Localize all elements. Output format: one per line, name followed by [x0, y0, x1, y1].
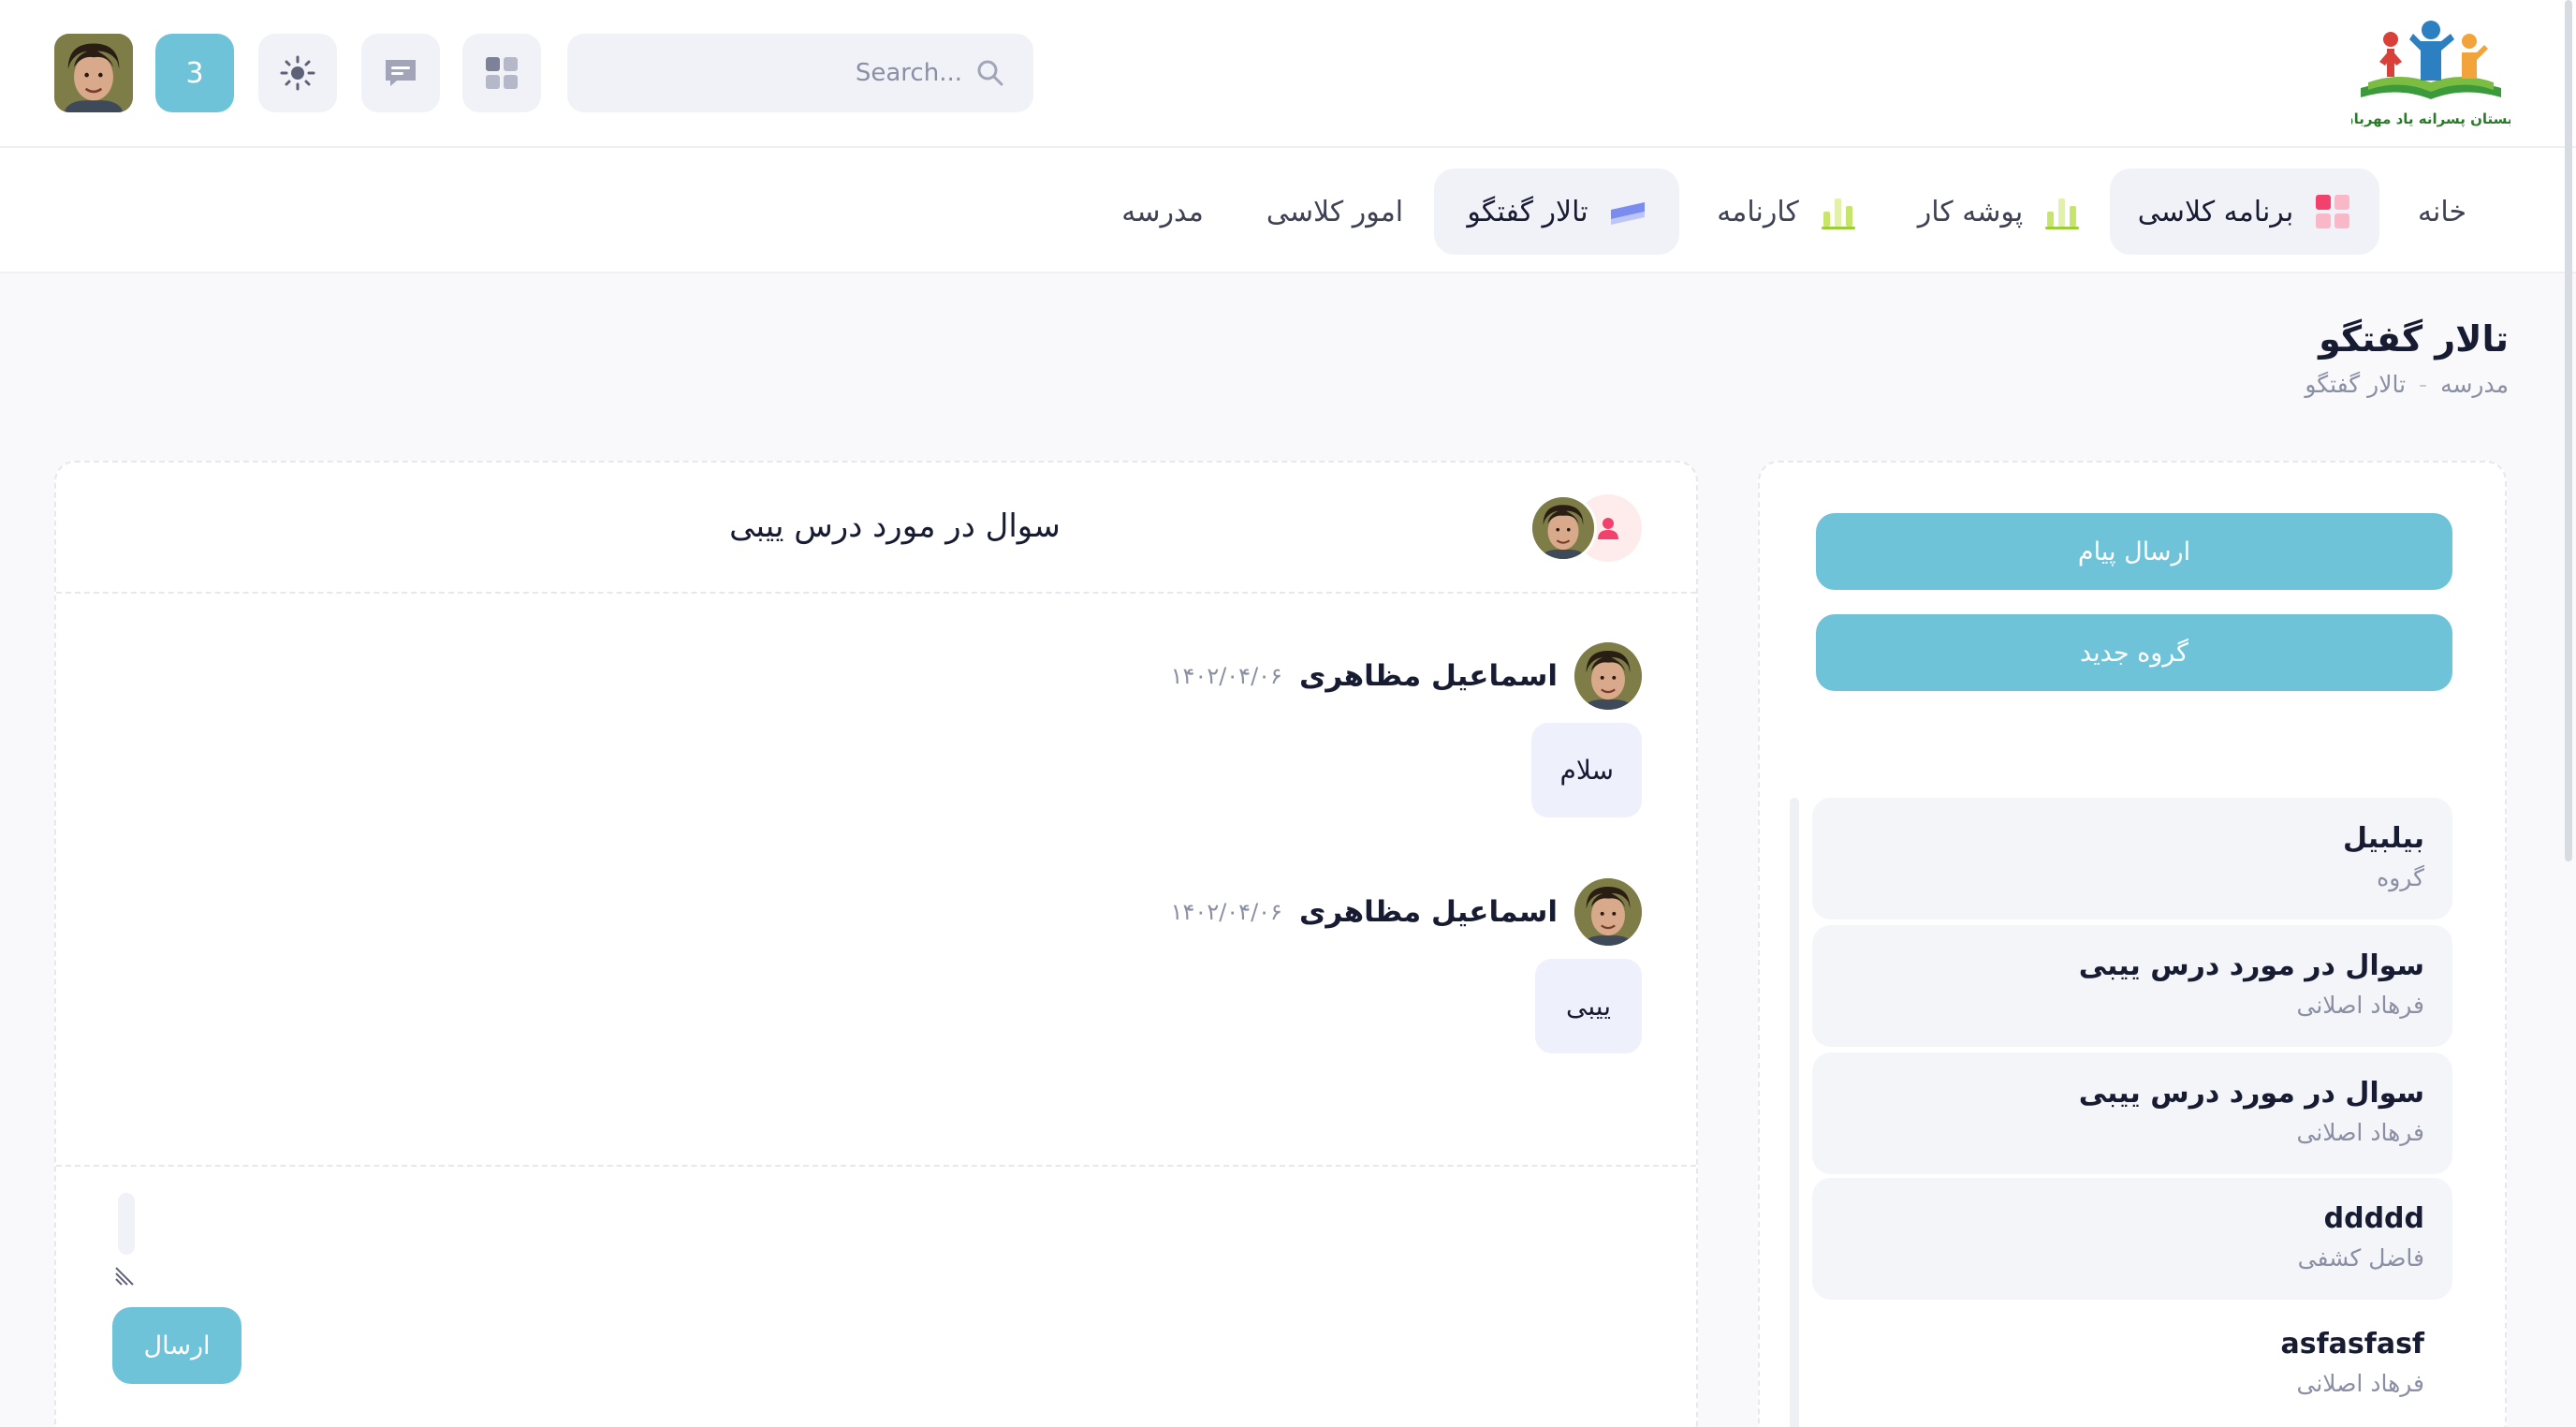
bar-chart-icon	[2045, 199, 2080, 229]
nav-label: امور کلاسی	[1266, 195, 1404, 228]
messages-button[interactable]	[361, 34, 440, 112]
page-scrollbar[interactable]	[2565, 0, 2572, 861]
breadcrumb-current: تالار گفتگو	[2305, 371, 2407, 398]
nav-item-class-affairs[interactable]: امور کلاسی	[1264, 169, 1406, 255]
conversation-item[interactable]: سوال در مورد درس ییبی فرهاد اصلانی	[1812, 925, 2452, 1047]
notification-count: 3	[185, 56, 204, 90]
message-author: اسماعیل مظاهری	[1298, 659, 1558, 693]
new-group-button[interactable]: گروه جدید	[1816, 614, 2452, 691]
conversation-subtitle: فرهاد اصلانی	[2296, 1119, 2424, 1146]
conversation-subtitle: گروه	[2377, 864, 2424, 891]
nav-label: پوشه کار	[1917, 195, 2024, 228]
conversation-title: سوال در مورد درس ییبی	[2078, 949, 2424, 982]
user-avatar[interactable]	[54, 34, 133, 112]
bar-chart-icon	[1821, 199, 1855, 229]
breadcrumb-school[interactable]: مدرسه	[2440, 371, 2509, 398]
theme-toggle-button[interactable]	[258, 34, 337, 112]
conversations-panel: ارسال پیام گروه جدید بیلبیل گروه سوال در…	[1758, 461, 2507, 1427]
chat-header: سوال در مورد درس ییبی	[56, 463, 1696, 594]
message-bubble: سلام	[1531, 723, 1642, 817]
apps-grid-icon	[486, 57, 518, 89]
nav-item-report-card[interactable]: کارنامه	[1700, 169, 1874, 255]
chat-title: سوال در مورد درس ییبی	[729, 508, 1061, 545]
nav-item-school[interactable]: مدرسه	[1112, 169, 1213, 255]
nav-item-home[interactable]: خانه	[2393, 169, 2492, 255]
conversation-subtitle: فرهاد اصلانی	[2296, 1370, 2424, 1397]
logo-text: دبستان پسرانه یاد مهربان	[2351, 110, 2510, 128]
send-button[interactable]: ارسال	[112, 1307, 242, 1384]
layers-icon	[1610, 202, 1645, 225]
conversation-item[interactable]: ddddd فاضل کشفی	[1812, 1178, 2452, 1300]
breadcrumb: مدرسه - تالار گفتگو	[2305, 371, 2509, 398]
conversation-title: asfasfasf	[2280, 1328, 2424, 1361]
nav-item-portfolio[interactable]: پوشه کار	[1906, 169, 2093, 255]
school-logo[interactable]: دبستان پسرانه یاد مهربان	[2351, 15, 2510, 131]
conversation-title: ddddd	[2323, 1202, 2424, 1235]
nav-label: مدرسه	[1121, 195, 1204, 228]
conversation-item[interactable]: asfasfasf فرهاد اصلانی	[1812, 1303, 2452, 1425]
conversation-item[interactable]: سوال در مورد درس ییبی فرهاد اصلانی	[1812, 1052, 2452, 1174]
conversation-item[interactable]: بیلبیل گروه	[1812, 798, 2452, 919]
search-input[interactable]	[625, 59, 962, 87]
message-date: ۱۴۰۲/۰۴/۰۶	[1170, 899, 1282, 925]
message-input[interactable]	[118, 1193, 135, 1255]
main-nav: خانه برنامه کلاسی پوشه کار کارنامه تالار…	[0, 148, 2576, 273]
message-avatar	[1574, 878, 1642, 946]
message-author: اسماعیل مظاهری	[1298, 895, 1558, 929]
message-composer: ارسال	[56, 1165, 1696, 1427]
nav-label: برنامه کلاسی	[2137, 195, 2294, 228]
top-header: 3 Search... ستان پسرانه یاد مهربا	[0, 0, 2576, 148]
nav-label: خانه	[2417, 195, 2467, 228]
nav-item-class-schedule[interactable]: برنامه کلاسی	[2110, 169, 2379, 255]
apps-button[interactable]	[462, 34, 541, 112]
conversation-title: سوال در مورد درس ییبی	[2078, 1077, 2424, 1110]
resize-handle-icon[interactable]	[114, 1264, 137, 1287]
chat-icon	[386, 60, 416, 86]
grid-icon	[2316, 195, 2350, 228]
participant-avatar	[1530, 494, 1597, 562]
nav-label: تالار گفتگو	[1467, 195, 1588, 228]
page-title: تالار گفتگو	[2319, 318, 2509, 360]
search-box[interactable]	[567, 34, 1033, 112]
message-bubble: ییبی	[1535, 959, 1642, 1053]
conversation-subtitle: فرهاد اصلانی	[2296, 992, 2424, 1019]
chat-participants[interactable]	[1520, 494, 1642, 562]
conversation-subtitle: فاضل کشفی	[2297, 1244, 2424, 1272]
breadcrumb-separator: -	[2419, 371, 2428, 398]
nav-label: کارنامه	[1717, 195, 1799, 228]
message-date: ۱۴۰۲/۰۴/۰۶	[1170, 663, 1282, 689]
chat-message: اسماعیل مظاهری ۱۴۰۲/۰۴/۰۶ سلام	[799, 642, 1642, 817]
send-message-button[interactable]: ارسال پیام	[1816, 513, 2452, 590]
nav-item-discussion-forum[interactable]: تالار گفتگو	[1434, 169, 1679, 255]
chat-message: اسماعیل مظاهری ۱۴۰۲/۰۴/۰۶ ییبی	[799, 878, 1642, 1053]
search-icon	[977, 60, 1003, 86]
conversation-title: بیلبیل	[2342, 822, 2424, 855]
sun-icon	[280, 55, 315, 91]
conversation-list-scrollbar[interactable]	[1790, 798, 1799, 1427]
notifications-button[interactable]: 3	[155, 34, 234, 112]
message-avatar	[1574, 642, 1642, 710]
chat-panel: سوال در مورد درس ییبی اسماعیل مظاهری ۱۴۰…	[54, 461, 1698, 1427]
